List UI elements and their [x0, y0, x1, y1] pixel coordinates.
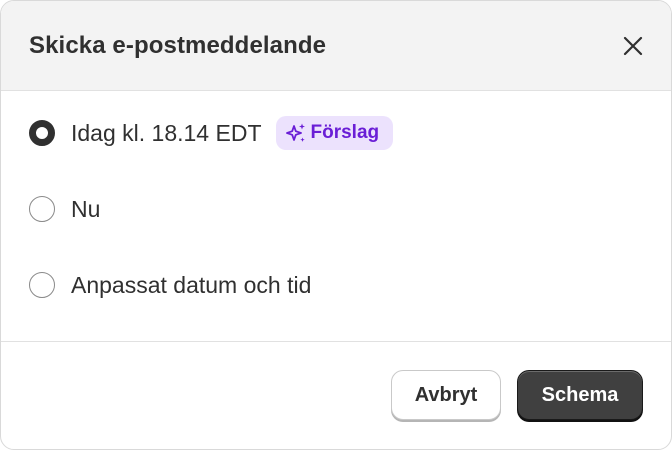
option-custom-label: Anpassat datum och tid: [71, 271, 312, 298]
suggestion-badge-label: Förslag: [310, 122, 380, 143]
close-button[interactable]: [617, 30, 649, 62]
close-icon: [623, 36, 643, 55]
schedule-button[interactable]: Schema: [517, 370, 643, 420]
radio-custom[interactable]: [29, 272, 55, 298]
cancel-button[interactable]: Avbryt: [391, 370, 501, 420]
schedule-options: Idag kl. 18.14 EDT Förslag Nu Anpassat d…: [1, 91, 671, 342]
option-now[interactable]: Nu: [29, 187, 643, 231]
option-custom[interactable]: Anpassat datum och tid: [29, 263, 643, 307]
radio-now[interactable]: [29, 196, 55, 222]
option-today[interactable]: Idag kl. 18.14 EDT Förslag: [29, 111, 643, 155]
radio-today[interactable]: [29, 120, 55, 146]
option-now-label: Nu: [71, 195, 101, 222]
dialog-title: Skicka e-postmeddelande: [29, 31, 327, 59]
suggestion-badge: Förslag: [275, 116, 394, 150]
dialog-footer: Avbryt Schema: [1, 342, 671, 448]
dialog-header: Skicka e-postmeddelande: [1, 1, 671, 91]
option-today-label: Idag kl. 18.14 EDT: [71, 119, 262, 146]
sparkle-icon: [285, 123, 305, 142]
send-email-dialog: Skicka e-postmeddelande Idag kl. 18.14 E…: [0, 0, 672, 450]
